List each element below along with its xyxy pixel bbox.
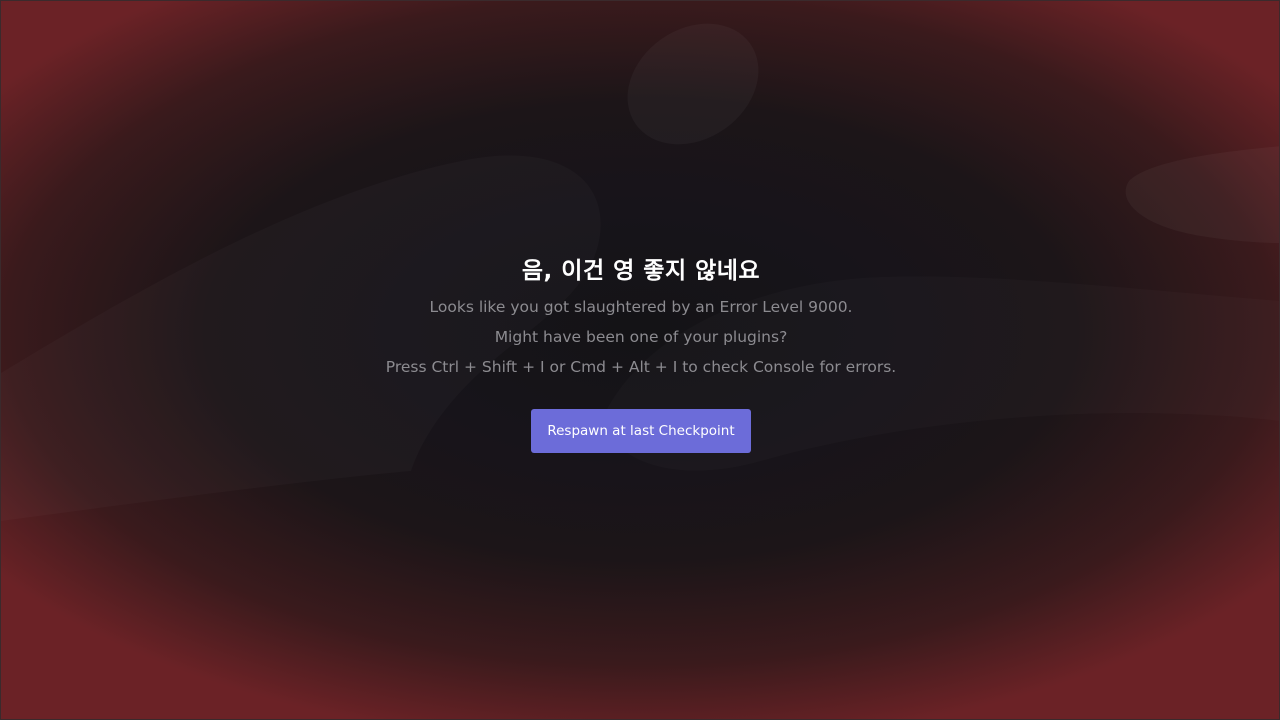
error-content: 음, 이건 영 좋지 않네요 Looks like you got slaugh… (1, 253, 1279, 453)
error-line: Might have been one of your plugins? (494, 328, 788, 346)
error-screen: 음, 이건 영 좋지 않네요 Looks like you got slaugh… (0, 0, 1280, 720)
respawn-button[interactable]: Respawn at last Checkpoint (531, 409, 751, 453)
error-line: Press Ctrl + Shift + I or Cmd + Alt + I … (385, 358, 897, 376)
background-blob-top (604, 1, 782, 169)
background-wave-right (1125, 146, 1279, 243)
error-title: 음, 이건 영 좋지 않네요 (521, 258, 761, 284)
error-description: Looks like you got slaughtered by an Err… (1, 292, 1279, 382)
error-line: Looks like you got slaughtered by an Err… (429, 298, 853, 316)
